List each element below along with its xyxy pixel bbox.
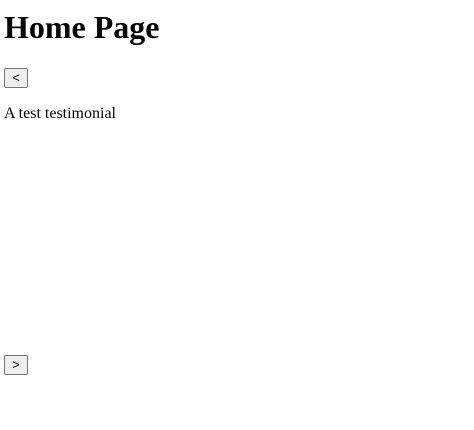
testimonial-text: A test testimonial — [4, 105, 116, 122]
previous-testimonial-button[interactable]: < — [4, 68, 28, 88]
page-title: Home Page — [4, 9, 160, 45]
next-testimonial-button[interactable]: > — [4, 355, 28, 375]
